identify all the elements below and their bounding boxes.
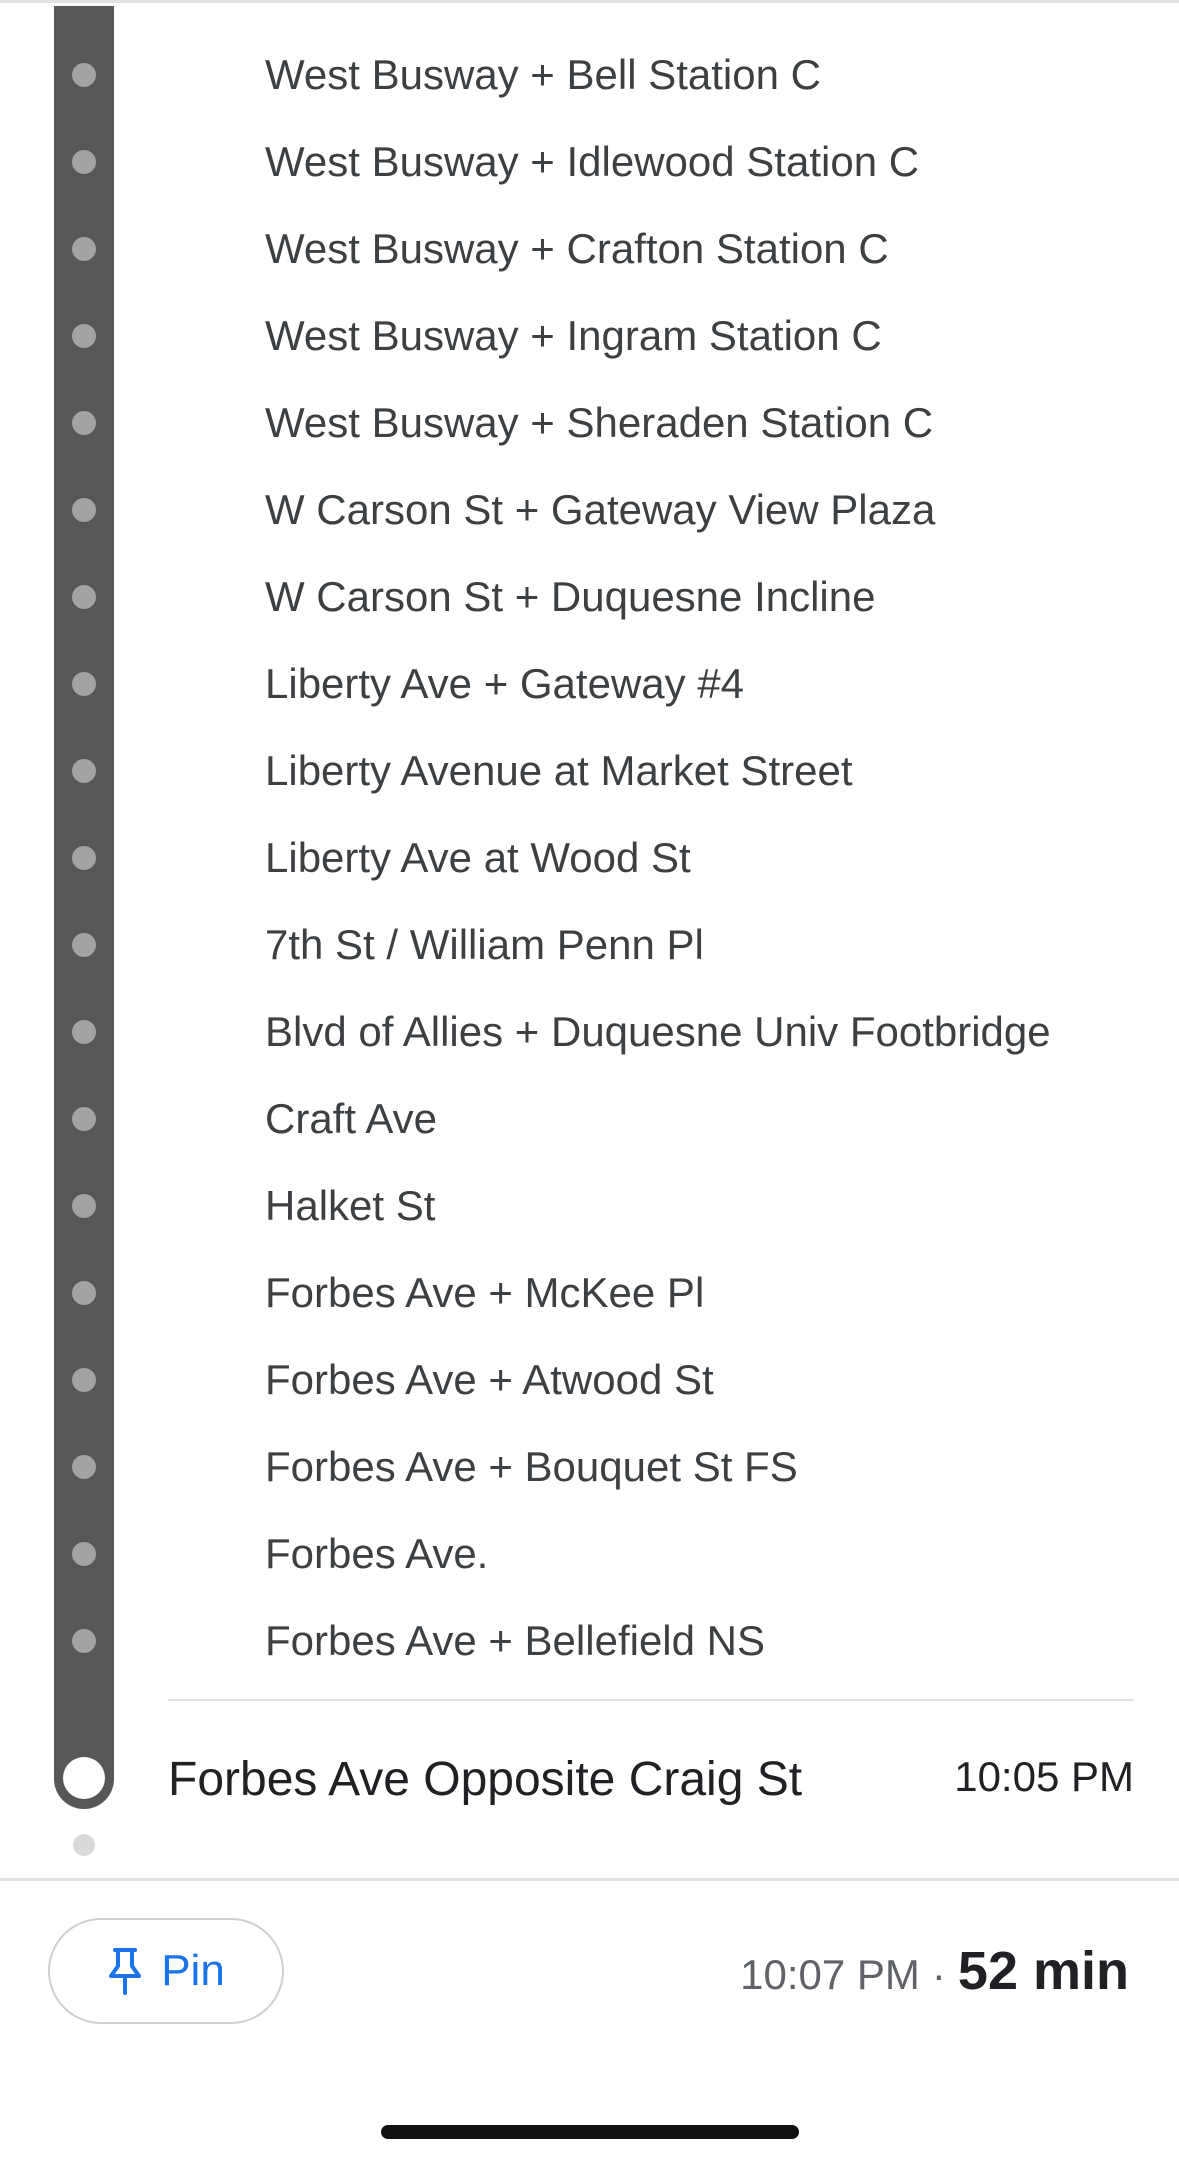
arrival-time: 10:07 PM [740, 1951, 920, 1998]
stop-name[interactable]: West Busway + Bell Station C [265, 45, 821, 105]
stop-dot [72, 1281, 96, 1305]
stop-dot [72, 672, 96, 696]
stop-dot [72, 1455, 96, 1479]
stop-dot [72, 1107, 96, 1131]
stop-name[interactable]: Forbes Ave + Bellefield NS [265, 1611, 765, 1671]
stop-name[interactable]: West Busway + Idlewood Station C [265, 132, 919, 192]
stop-dot [72, 1542, 96, 1566]
stop-name[interactable]: W Carson St + Gateway View Plaza [265, 480, 935, 540]
stop-dot [72, 1629, 96, 1653]
stop-name[interactable]: Forbes Ave + McKee Pl [265, 1263, 704, 1323]
destination-divider [168, 1699, 1134, 1701]
stop-dot [72, 1194, 96, 1218]
pin-button[interactable]: Pin [48, 1918, 284, 2024]
stop-dot [72, 759, 96, 783]
stop-name[interactable]: Craft Ave [265, 1089, 437, 1149]
stop-name[interactable]: 7th St / William Penn Pl [265, 915, 704, 975]
destination-stop-time: 10:05 PM [954, 1753, 1134, 1800]
stop-name[interactable]: Forbes Ave + Bouquet St FS [265, 1437, 798, 1497]
stop-dot [72, 846, 96, 870]
stop-dot [72, 933, 96, 957]
stop-dot [72, 237, 96, 261]
stop-dot [72, 150, 96, 174]
stop-name[interactable]: Halket St [265, 1176, 435, 1236]
walk-dot [73, 1834, 95, 1856]
stop-name[interactable]: Liberty Ave + Gateway #4 [265, 654, 744, 714]
stop-name[interactable]: Liberty Ave at Wood St [265, 828, 691, 888]
stop-name[interactable]: West Busway + Ingram Station C [265, 306, 882, 366]
stop-dot [72, 63, 96, 87]
destination-stop-name[interactable]: Forbes Ave Opposite Craig St [168, 1748, 802, 1812]
stop-name[interactable]: West Busway + Sheraden Station C [265, 393, 933, 453]
stop-name[interactable]: Forbes Ave. [265, 1524, 488, 1584]
trip-details-screen: West Busway + Bell Station C West Busway … [0, 0, 1179, 2165]
stop-dot [72, 411, 96, 435]
home-indicator [381, 2125, 799, 2139]
pin-button-label: Pin [161, 1946, 225, 1995]
route-line [54, 6, 114, 1809]
top-divider [0, 0, 1179, 3]
stop-dot [72, 498, 96, 522]
stop-name[interactable]: Liberty Avenue at Market Street [265, 741, 853, 801]
footer-divider [0, 1878, 1179, 1881]
stop-dot [72, 585, 96, 609]
trip-duration: 52 min [957, 1941, 1129, 2001]
stop-name[interactable]: West Busway + Crafton Station C [265, 219, 889, 279]
stop-name[interactable]: Blvd of Allies + Duquesne Univ Footbridg… [265, 1002, 1051, 1062]
stop-dot [72, 1368, 96, 1392]
stop-dot [72, 1020, 96, 1044]
stop-dot [72, 324, 96, 348]
summary-separator: · [931, 1951, 946, 1998]
destination-stop-marker [63, 1757, 105, 1799]
stop-name[interactable]: W Carson St + Duquesne Incline [265, 567, 875, 627]
stop-name[interactable]: Forbes Ave + Atwood St [265, 1350, 714, 1410]
trip-summary: 10:07 PM · 52 min [740, 1940, 1129, 2004]
pin-icon [109, 1948, 142, 1995]
